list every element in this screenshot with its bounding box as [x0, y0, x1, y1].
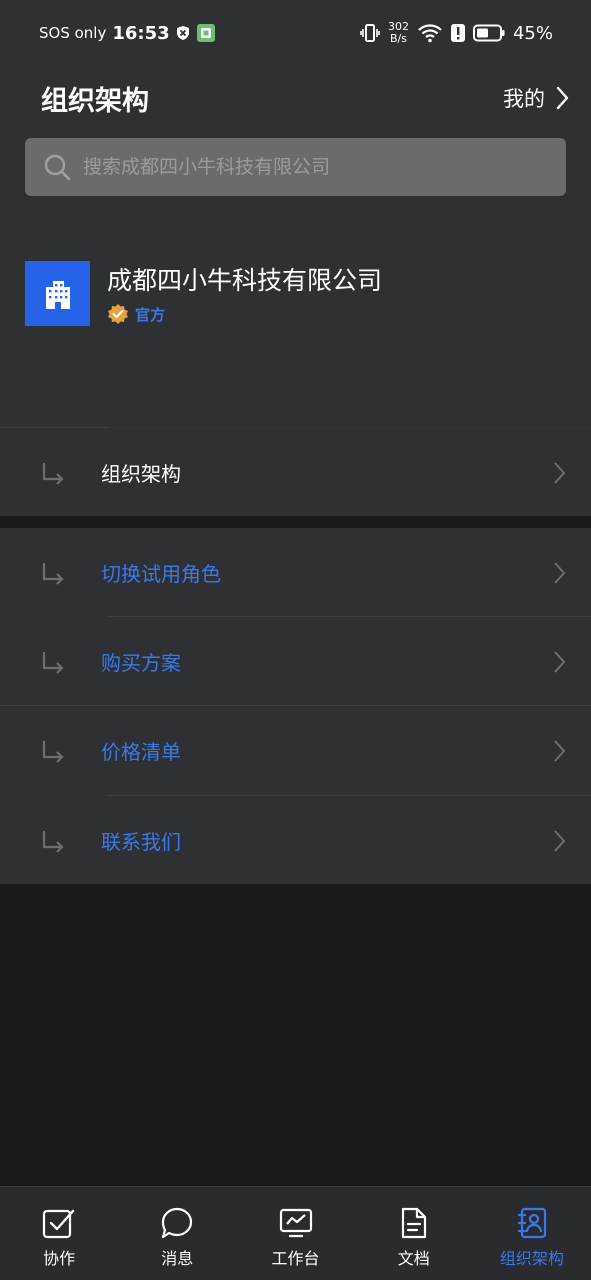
- page-title: 组织架构: [41, 85, 149, 117]
- chevron-right-icon: [552, 829, 566, 853]
- official-badge: 官方: [107, 303, 382, 325]
- contacts-icon: [515, 1207, 549, 1239]
- menu-item-contact-us[interactable]: 联系我们: [0, 796, 591, 884]
- verified-badge-icon: [107, 303, 129, 325]
- app-notification-icon: [196, 23, 216, 43]
- search-icon: [43, 153, 71, 181]
- menu-item-label: 价格清单: [101, 740, 181, 764]
- chevron-right-icon: [552, 561, 566, 585]
- mine-label: 我的: [503, 87, 545, 111]
- status-bar: SOS only 16:53 302 B/s 45%: [0, 0, 591, 66]
- nav-item-org-structure[interactable]: 组织架构: [473, 1187, 591, 1280]
- menu-item-switch-role[interactable]: 切换试用角色: [0, 528, 591, 617]
- company-name: 成都四小牛科技有限公司: [107, 266, 383, 295]
- nav-label: 文档: [397, 1249, 430, 1268]
- chevron-right-icon: [552, 739, 566, 763]
- badge-label: 官方: [135, 305, 166, 324]
- section-gap: [0, 516, 591, 528]
- nav-item-messages[interactable]: 消息: [118, 1187, 236, 1280]
- alert-icon: [450, 23, 465, 43]
- vibrate-icon: [360, 23, 380, 43]
- network-speed-unit: B/s: [389, 32, 407, 45]
- chevron-right-icon: [552, 650, 566, 674]
- sos-indicator: SOS only: [39, 24, 107, 42]
- mine-link[interactable]: 我的: [503, 83, 569, 113]
- nav-label: 组织架构: [499, 1249, 564, 1268]
- nav-label: 协作: [43, 1249, 76, 1268]
- return-arrow-icon: [40, 650, 66, 676]
- clock: 16:53: [112, 22, 170, 44]
- battery-percent: 45%: [512, 22, 553, 44]
- monitor-chart-icon: [279, 1207, 313, 1239]
- menu-item-label: 购买方案: [101, 651, 181, 675]
- chevron-right-icon: [555, 86, 569, 110]
- battery-icon: [472, 24, 505, 42]
- menu-item-label: 联系我们: [101, 829, 181, 854]
- company-card[interactable]: 成都四小牛科技有限公司 官方: [25, 261, 382, 326]
- return-arrow-icon: [40, 829, 66, 855]
- search-input[interactable]: [83, 156, 523, 178]
- nav-item-workbench[interactable]: 工作台: [236, 1187, 354, 1280]
- shield-notification-icon: [176, 25, 190, 41]
- building-icon: [25, 261, 90, 326]
- return-arrow-icon: [40, 561, 66, 587]
- document-icon: [397, 1207, 431, 1239]
- menu-item-buy-plan[interactable]: 购买方案: [0, 617, 591, 706]
- menu-item-label: 切换试用角色: [101, 562, 221, 586]
- check-square-icon: [42, 1207, 76, 1239]
- nav-label: 工作台: [271, 1249, 320, 1268]
- return-arrow-icon: [40, 739, 66, 765]
- chevron-right-icon: [552, 461, 566, 485]
- nav-label: 消息: [161, 1249, 194, 1268]
- header: 组织架构 我的: [0, 66, 591, 130]
- return-arrow-icon: [40, 461, 66, 487]
- menu-item-price-list[interactable]: 价格清单: [0, 706, 591, 795]
- chat-bubble-icon: [160, 1207, 194, 1239]
- nav-item-documents[interactable]: 文档: [355, 1187, 473, 1280]
- network-speed: 302 B/s: [388, 21, 409, 45]
- wifi-icon: [417, 23, 443, 43]
- company-info: 成都四小牛科技有限公司 官方: [107, 261, 382, 325]
- nav-item-collaboration[interactable]: 协作: [0, 1187, 118, 1280]
- search-box[interactable]: [25, 138, 566, 196]
- bottom-nav: 协作 消息 工作台 文档 组织架构: [0, 1186, 591, 1280]
- menu-item-label: 组织架构: [101, 462, 181, 486]
- menu-item-org-structure[interactable]: 组织架构: [0, 428, 591, 517]
